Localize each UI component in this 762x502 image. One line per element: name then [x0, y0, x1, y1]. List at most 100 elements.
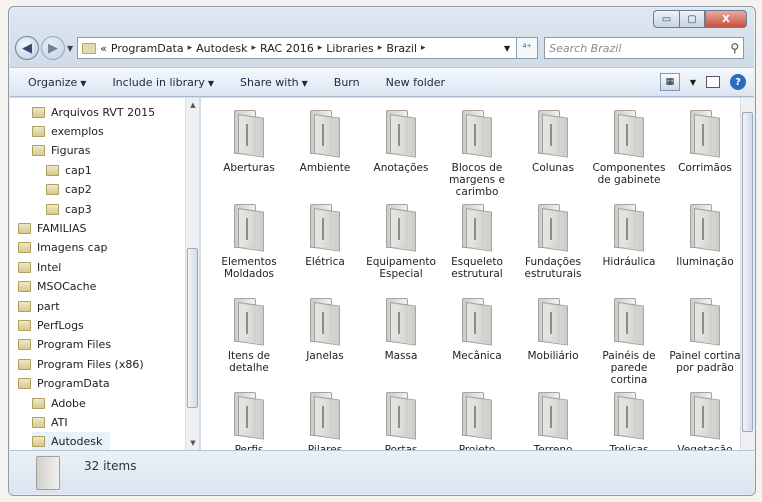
nav-tree-item[interactable]: Imagens cap — [18, 238, 107, 258]
folder-item[interactable]: Treliças estruturais — [591, 390, 667, 450]
nav-tree-item[interactable]: Figuras — [32, 141, 91, 161]
nav-tree-item[interactable]: ATI — [32, 412, 68, 432]
address-overflow-chevron[interactable]: « — [100, 42, 107, 55]
nav-tree-item[interactable]: Intel — [18, 257, 61, 277]
folder-item[interactable]: Ambiente — [287, 108, 363, 202]
breadcrumb-item[interactable]: Brazil — [386, 42, 417, 55]
folder-item[interactable]: Elementos Moldados — [211, 202, 287, 296]
organize-menu[interactable]: Organize ▼ — [28, 76, 86, 89]
share-with-menu[interactable]: Share with ▼ — [240, 76, 308, 89]
minimize-button[interactable]: ▭ — [653, 10, 679, 28]
maximize-button[interactable]: ▢ — [679, 10, 705, 28]
folder-item[interactable]: Anotações — [363, 108, 439, 202]
folder-item[interactable]: Corrimãos — [667, 108, 743, 202]
nav-tree-label: Imagens cap — [37, 241, 108, 255]
address-bar[interactable]: «ProgramData ▸ Autodesk ▸ RAC 2016 ▸ Libraries… — [77, 37, 518, 59]
nav-tree-item[interactable]: Autodesk — [32, 431, 111, 450]
search-input[interactable]: Search Brazil ⚲ — [544, 37, 745, 59]
folder-icon — [384, 204, 418, 252]
folder-icon — [688, 110, 722, 158]
nav-tree-label: exemplos — [51, 124, 104, 138]
folder-icon — [612, 110, 646, 158]
folder-item[interactable]: Aberturas — [211, 108, 287, 202]
nav-tree-item[interactable]: FAMILIAS — [18, 218, 86, 238]
content-scroll-thumb[interactable] — [742, 112, 753, 432]
nav-tree-item[interactable]: MSOCache — [18, 277, 96, 297]
folder-item[interactable]: Massa — [363, 296, 439, 390]
folder-icon — [308, 298, 342, 346]
folder-item[interactable]: Janelas — [287, 296, 363, 390]
scroll-up-arrow-icon[interactable]: ▲ — [186, 98, 199, 112]
breadcrumb-item[interactable]: ProgramData — [111, 42, 184, 55]
nav-tree-item[interactable]: cap3 — [46, 199, 92, 219]
folder-icon — [18, 242, 31, 254]
breadcrumb-separator[interactable]: ▸ — [318, 43, 323, 53]
nav-tree-item[interactable]: PerfLogs — [18, 315, 84, 335]
folder-item[interactable]: Perfis — [211, 390, 287, 450]
chevron-down-icon: ▼ — [80, 78, 87, 88]
new-folder-button[interactable]: New folder — [386, 76, 445, 89]
nav-tree-item[interactable]: Program Files (x86) — [18, 354, 144, 374]
preview-pane-button[interactable] — [706, 76, 720, 88]
folder-icon — [688, 298, 722, 346]
content-scrollbar[interactable] — [740, 98, 754, 450]
folder-item[interactable]: Itens de detalhe — [211, 296, 287, 390]
breadcrumb-separator[interactable]: ▸ — [421, 43, 426, 53]
help-button[interactable]: ? — [730, 74, 746, 90]
folder-item[interactable]: Painel cortina por padrão — [667, 296, 743, 390]
folder-item[interactable]: Mecânica — [439, 296, 515, 390]
refresh-button[interactable]: ⁴⁺ — [516, 37, 539, 59]
nav-tree-item[interactable]: cap1 — [46, 160, 92, 180]
folder-label: Elétrica — [305, 256, 345, 268]
breadcrumb-item[interactable]: Autodesk — [196, 42, 247, 55]
folder-item[interactable]: Portas — [363, 390, 439, 450]
nav-tree-label: Intel — [37, 260, 62, 274]
nav-tree-item[interactable]: ProgramData — [18, 374, 110, 394]
nav-tree-item[interactable]: Program Files — [18, 335, 111, 355]
folder-item[interactable]: Componentes de gabinete — [591, 108, 667, 202]
search-icon[interactable]: ⚲ — [730, 41, 739, 55]
back-button[interactable]: ◀ — [15, 36, 39, 60]
breadcrumb-item[interactable]: RAC 2016 — [260, 42, 314, 55]
breadcrumb-separator[interactable]: ▸ — [252, 43, 257, 53]
item-count: 32 items — [84, 458, 137, 473]
folder-label: Anotações — [373, 162, 429, 174]
folder-item[interactable]: Colunas — [515, 108, 591, 202]
change-view-button[interactable]: ▦ — [659, 73, 680, 91]
address-row: ◀ ▶ ▼ «ProgramData ▸ Autodesk ▸ RAC 2016 ▸ Lib… — [15, 35, 751, 61]
nav-scrollbar[interactable]: ▲ ▼ — [185, 98, 199, 450]
folder-item[interactable]: Pilares estruturais — [287, 390, 363, 450]
folder-item[interactable]: Esqueleto estrutural — [439, 202, 515, 296]
folder-item[interactable]: Painéis de parede cortina — [591, 296, 667, 390]
details-pane: 32 items — [10, 450, 754, 494]
breadcrumb-separator[interactable]: ▸ — [188, 43, 193, 53]
folder-item[interactable]: Vegetação — [667, 390, 743, 450]
nav-tree-label: ATI — [51, 415, 68, 429]
nav-scroll-thumb[interactable] — [187, 248, 198, 408]
folder-item[interactable]: Blocos de margens e carimbo — [439, 108, 515, 202]
folder-item[interactable]: Elétrica — [287, 202, 363, 296]
address-dropdown-icon[interactable]: ▼ — [504, 44, 510, 53]
view-options-dropdown[interactable]: ▼ — [690, 78, 696, 87]
forward-button[interactable]: ▶ — [41, 36, 65, 60]
nav-tree-item[interactable]: Arquivos RVT 2015 — [32, 102, 155, 122]
breadcrumb-separator[interactable]: ▸ — [378, 43, 383, 53]
folder-item[interactable]: Hidráulica — [591, 202, 667, 296]
scroll-down-arrow-icon[interactable]: ▼ — [186, 436, 199, 450]
burn-button[interactable]: Burn — [334, 76, 360, 89]
nav-tree-item[interactable]: cap2 — [46, 180, 92, 200]
folder-item[interactable]: Terreno — [515, 390, 591, 450]
nav-tree-item[interactable]: part — [18, 296, 60, 316]
folder-icon — [612, 204, 646, 252]
breadcrumb-item[interactable]: Libraries — [326, 42, 374, 55]
folder-item[interactable]: Fundações estruturais — [515, 202, 591, 296]
recent-pages-dropdown[interactable]: ▼ — [67, 44, 73, 53]
include-in-library-menu[interactable]: Include in library ▼ — [112, 76, 214, 89]
folder-item[interactable]: Projeto sustentável — [439, 390, 515, 450]
close-button[interactable]: X — [705, 10, 747, 28]
folder-item[interactable]: Mobiliário — [515, 296, 591, 390]
folder-item[interactable]: Iluminação — [667, 202, 743, 296]
nav-tree-item[interactable]: exemplos — [32, 121, 104, 141]
folder-item[interactable]: Equipamento Especial — [363, 202, 439, 296]
nav-tree-item[interactable]: Adobe — [32, 393, 86, 413]
